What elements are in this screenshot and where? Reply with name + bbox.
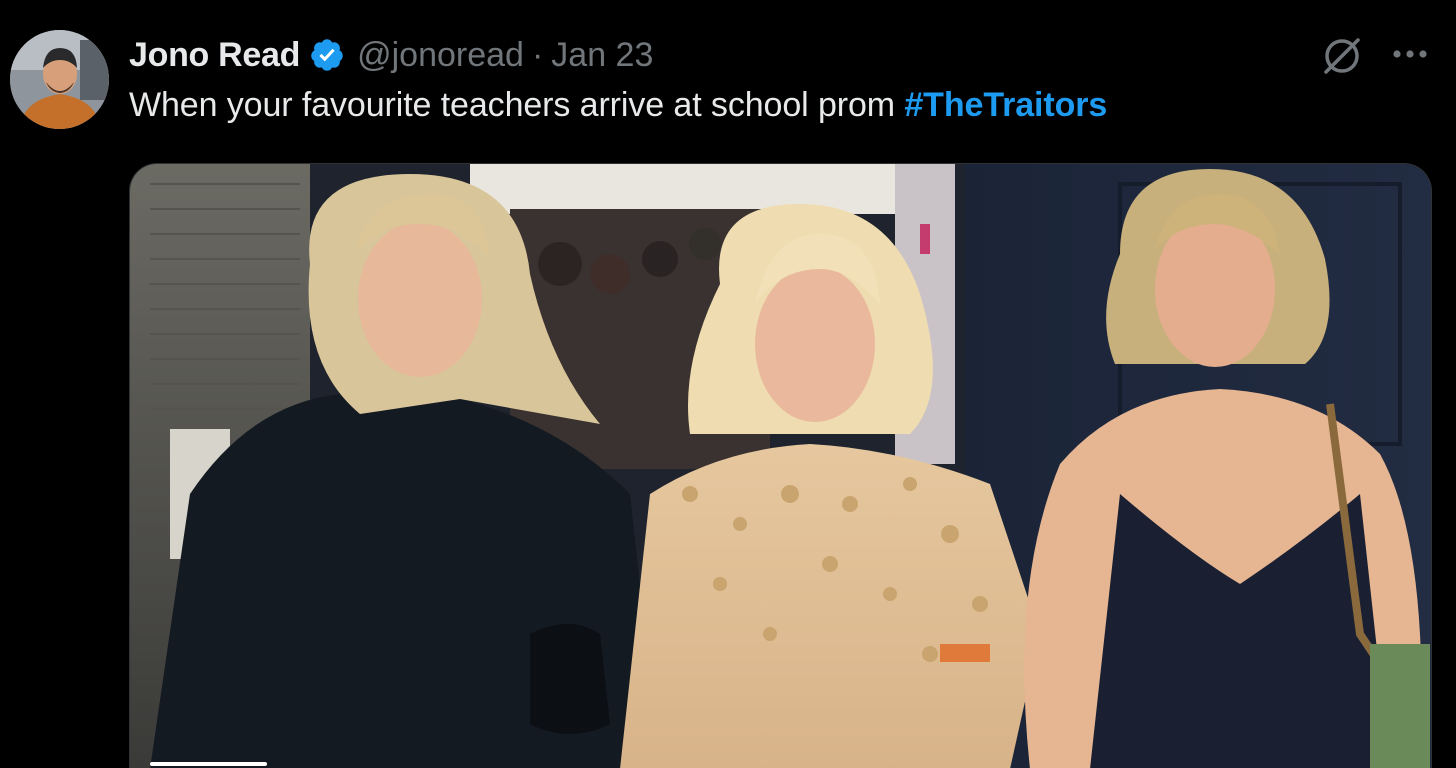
- more-dots-icon: [1393, 50, 1427, 58]
- more-options-button[interactable]: [1388, 34, 1432, 74]
- video-media[interactable]: [129, 163, 1432, 768]
- tweet-body: When your favourite teachers arrive at s…: [129, 86, 905, 124]
- video-progress-bar[interactable]: [150, 762, 267, 766]
- author-name[interactable]: Jono Read: [129, 36, 300, 75]
- verified-badge-icon: [309, 37, 345, 73]
- hashtag-link[interactable]: #TheTraitors: [904, 86, 1107, 124]
- video-frame: [130, 164, 1431, 768]
- avatar-photo: [10, 30, 109, 129]
- tweet-header: Jono Read @jonoread · Jan 23: [129, 30, 653, 80]
- grok-slash-icon: [1324, 38, 1360, 74]
- tweet-card[interactable]: Jono Read @jonoread · Jan 23 When your f…: [0, 0, 1456, 768]
- grok-button[interactable]: [1318, 32, 1366, 80]
- author-avatar[interactable]: [10, 30, 109, 129]
- author-handle[interactable]: @jonoread: [357, 36, 524, 75]
- tweet-date[interactable]: Jan 23: [551, 36, 653, 75]
- tweet-text: When your favourite teachers arrive at s…: [129, 86, 1107, 125]
- separator-dot: ·: [531, 35, 544, 74]
